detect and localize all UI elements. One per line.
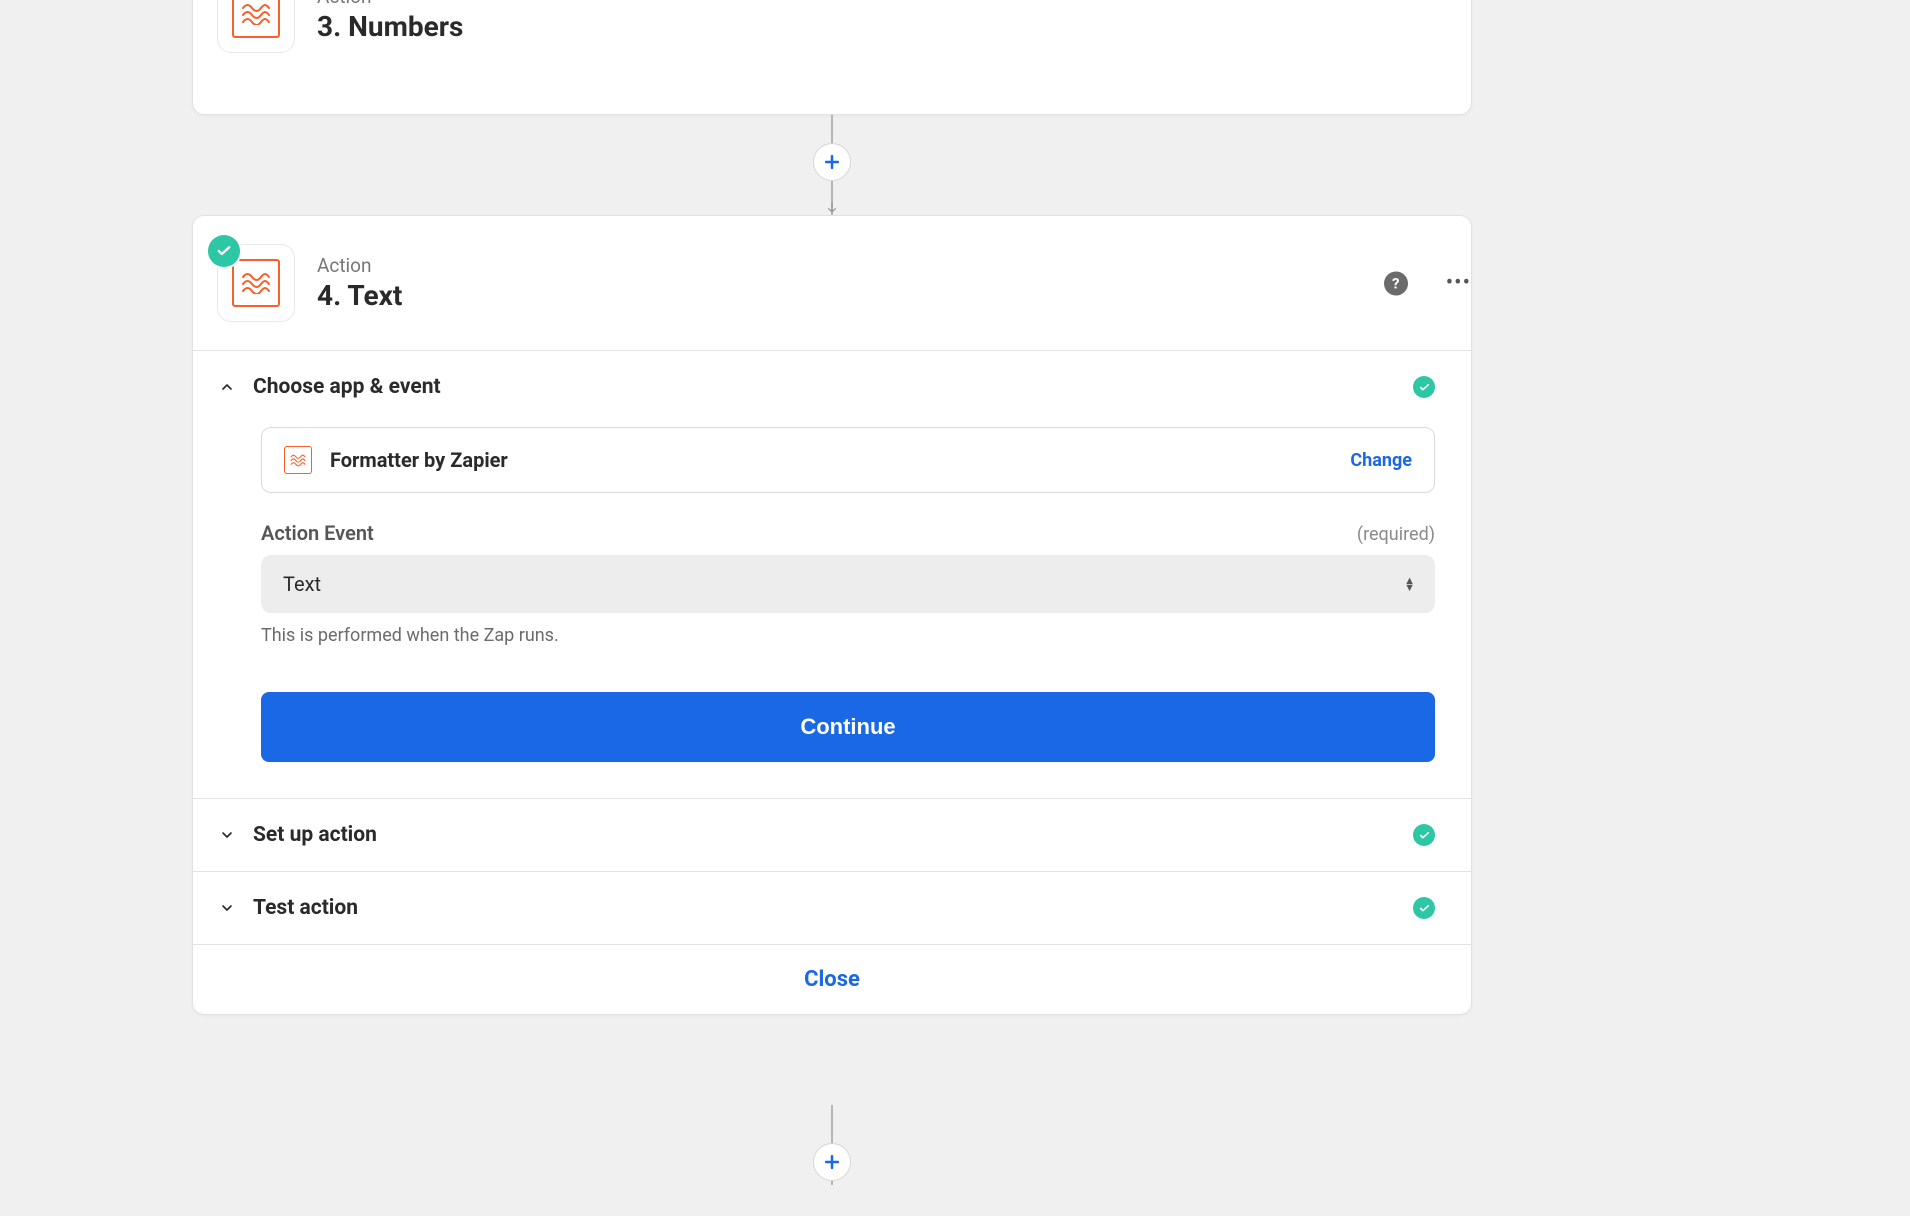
formatter-icon <box>232 0 280 38</box>
formatter-mini-icon <box>284 446 312 474</box>
chevron-down-icon <box>217 898 237 918</box>
step-title: 4. Text <box>317 279 402 312</box>
selected-app-row: Formatter by Zapier Change <box>261 427 1435 493</box>
chevron-up-icon <box>217 377 237 397</box>
section-test-action[interactable]: Test action <box>193 871 1471 944</box>
step-card-3[interactable]: Action 3. Numbers <box>192 0 1472 115</box>
select-caret-icon: ▲▼ <box>1404 577 1415 591</box>
add-step-button[interactable] <box>813 143 851 181</box>
app-name: Formatter by Zapier <box>330 448 1332 472</box>
select-value: Text <box>283 572 321 596</box>
section-title: Test action <box>253 896 358 920</box>
help-icon[interactable]: ? <box>1384 271 1408 295</box>
formatter-icon <box>232 259 280 307</box>
section-complete-icon <box>1413 897 1435 919</box>
chevron-down-icon <box>217 825 237 845</box>
section-complete-icon <box>1413 376 1435 398</box>
section-toggle[interactable]: Choose app & event <box>217 375 1435 399</box>
required-label: (required) <box>1357 524 1435 545</box>
action-event-label: Action Event <box>261 521 374 545</box>
section-complete-icon <box>1413 824 1435 846</box>
step-title: 3. Numbers <box>317 10 463 43</box>
more-options-icon[interactable]: ••• <box>1446 271 1471 296</box>
change-app-link[interactable]: Change <box>1350 450 1412 471</box>
section-choose-app-event: Choose app & event Formatter by Zapier <box>193 350 1471 798</box>
add-step-button[interactable] <box>813 1143 851 1181</box>
continue-button[interactable]: Continue <box>261 692 1435 762</box>
step-icon-wrap <box>217 244 295 322</box>
step-icon-wrap <box>217 0 295 53</box>
arrow-down-icon <box>824 200 840 216</box>
helper-text: This is performed when the Zap runs. <box>261 625 1435 646</box>
step-label: Action <box>317 254 402 277</box>
step-label: Action <box>317 0 463 8</box>
check-badge-icon <box>208 235 240 267</box>
step-card-4: Action 4. Text ? ••• Choose app & event <box>192 215 1472 1015</box>
section-title: Set up action <box>253 823 377 847</box>
section-setup-action[interactable]: Set up action <box>193 798 1471 871</box>
section-title: Choose app & event <box>253 375 441 399</box>
close-button[interactable]: Close <box>193 944 1471 1014</box>
action-event-select[interactable]: Text ▲▼ <box>261 555 1435 613</box>
